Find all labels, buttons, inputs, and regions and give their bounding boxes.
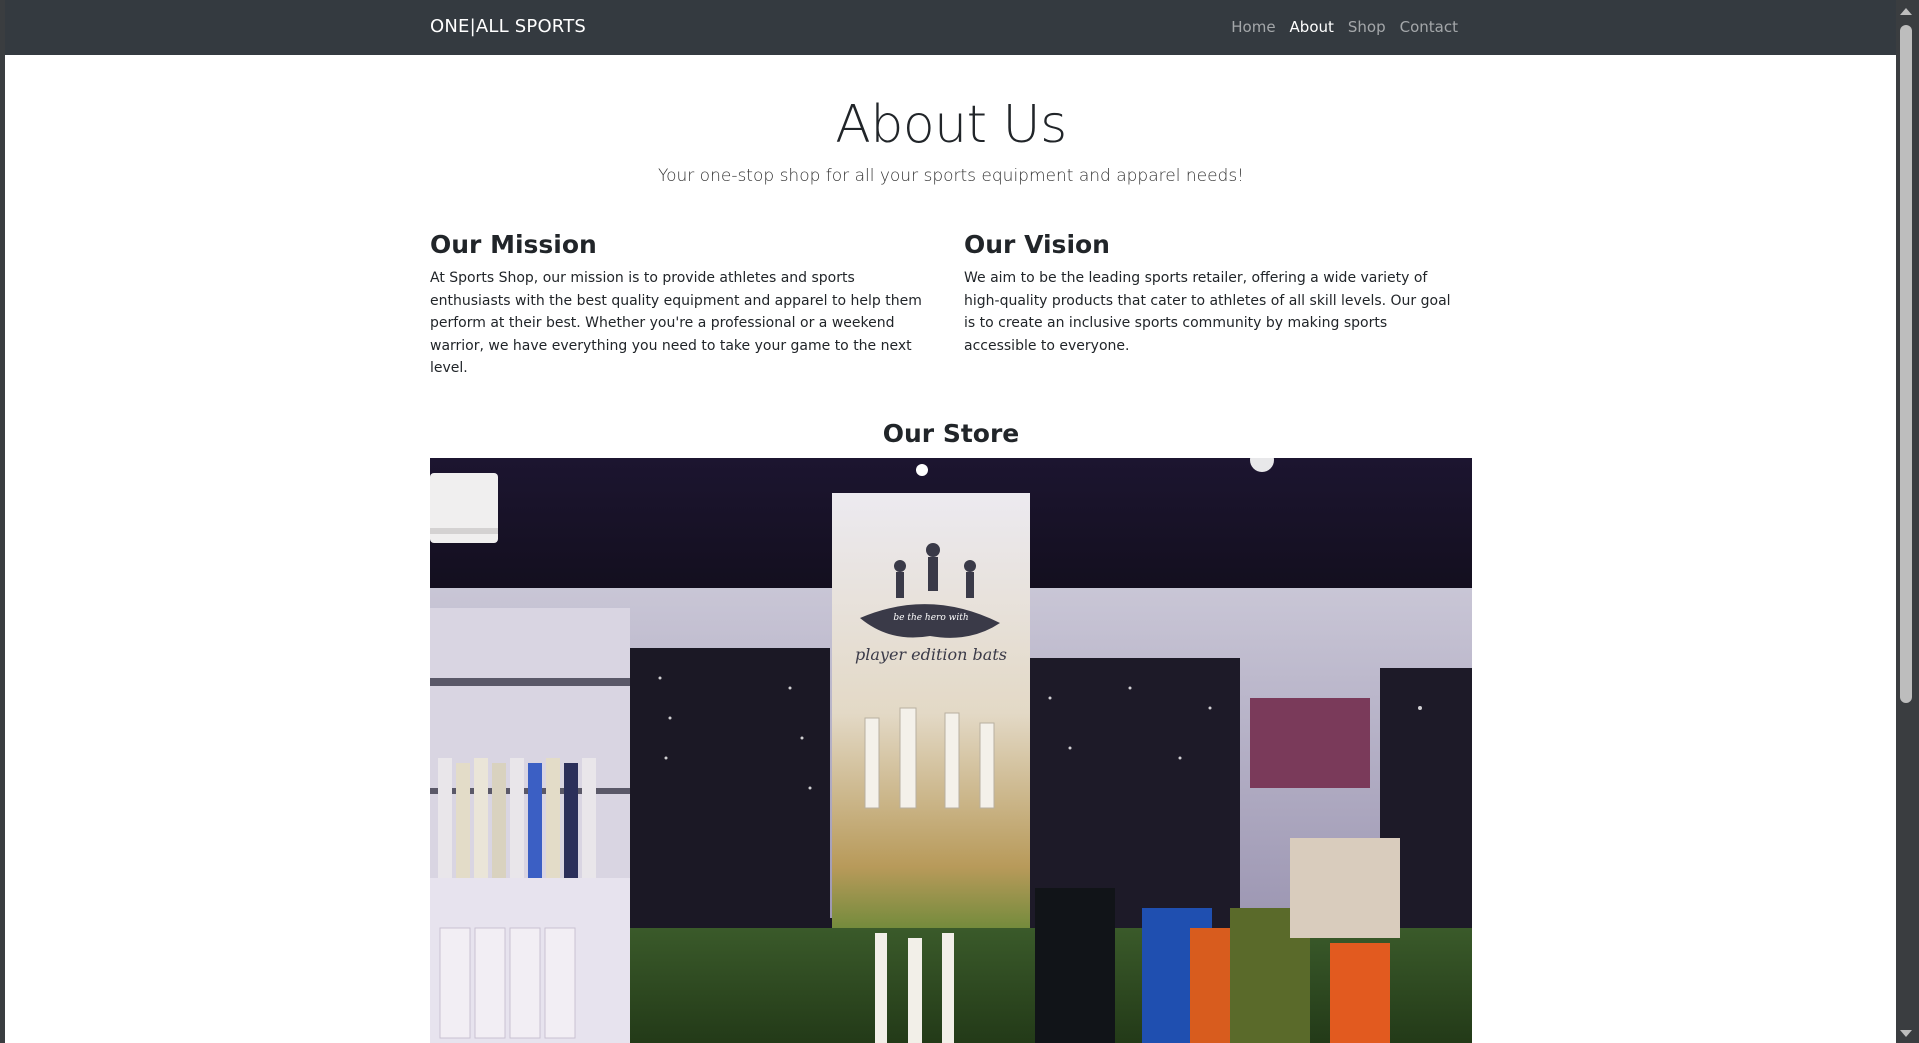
nav-link-contact[interactable]: Contact <box>1393 18 1465 36</box>
page-viewport: ONE|ALL SPORTS Home About Shop Contact A… <box>5 0 1896 1043</box>
browser-frame: ONE|ALL SPORTS Home About Shop Contact A… <box>0 0 1919 1043</box>
navbar: ONE|ALL SPORTS Home About Shop Contact <box>5 0 1896 55</box>
vision-section: Our Vision We aim to be the leading spor… <box>964 230 1464 357</box>
nav-links: Home About Shop Contact <box>1224 18 1465 36</box>
scroll-thumb[interactable] <box>1900 25 1912 703</box>
scroll-up-icon[interactable] <box>1900 8 1912 15</box>
mission-section: Our Mission At Sports Shop, our mission … <box>430 230 930 380</box>
banner-line2: player edition bats <box>855 645 1007 664</box>
page-scrollbar[interactable] <box>1896 0 1919 1043</box>
nav-link-shop[interactable]: Shop <box>1341 18 1393 36</box>
nav-link-home[interactable]: Home <box>1224 18 1282 36</box>
banner-line1: be the hero with <box>893 613 968 623</box>
scroll-down-icon[interactable] <box>1900 1030 1912 1037</box>
store-title: Our Store <box>882 419 1020 448</box>
page-lead: Your one-stop shop for all your sports e… <box>657 166 1244 186</box>
page-title: About Us <box>835 95 1067 155</box>
store-photo-illustration: be the hero with player edition bats <box>430 458 1472 1043</box>
mission-title: Our Mission <box>430 230 597 259</box>
nav-link-about[interactable]: About <box>1283 18 1341 36</box>
vision-text: We aim to be the leading sports retailer… <box>964 270 1451 354</box>
brand-logo[interactable]: ONE|ALL SPORTS <box>430 16 586 37</box>
store-photo: be the hero with player edition bats <box>430 458 1472 1043</box>
mission-text: At Sports Shop, our mission is to provid… <box>430 270 922 376</box>
vision-title: Our Vision <box>964 230 1110 259</box>
